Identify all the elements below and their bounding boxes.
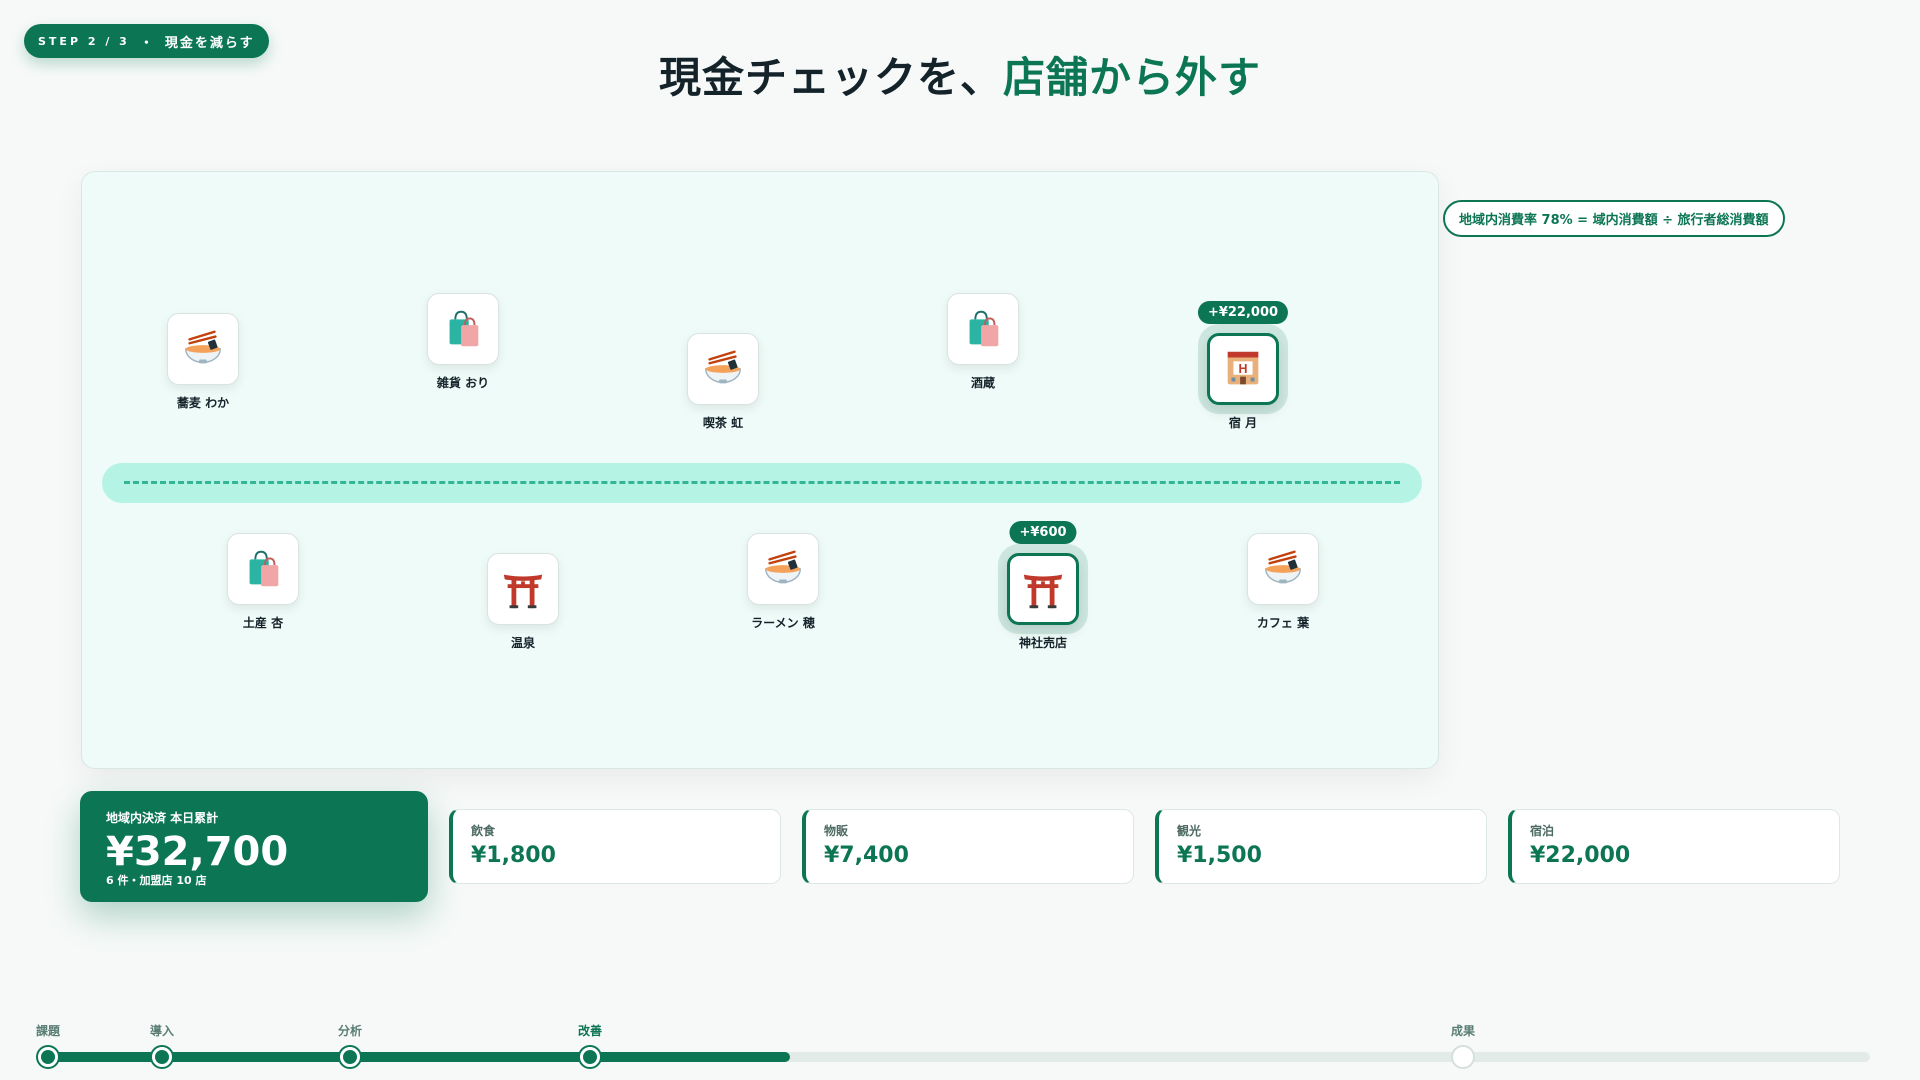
shop-miyage-an[interactable]: 土産 杏 [203,533,323,631]
hotel-icon: H [1227,351,1259,385]
payment-amount-badge: +¥600 [1009,521,1077,544]
shop-cafe-ha[interactable]: カフェ 葉 [1223,533,1343,631]
category-label: 観光 [1177,824,1202,838]
milestone-dot[interactable] [152,1047,172,1067]
total-label: 地域内決済 本日累計 [106,811,219,825]
formula-chip: 地域内消費率 78% = 域内消費額 ÷ 旅行者総消費額 [1443,200,1785,237]
shop-tile[interactable] [687,333,759,405]
payment-road [102,463,1422,503]
milestone-label: 分析 [337,1024,362,1038]
milestone-label: 課題 [35,1024,60,1038]
torii-gate-icon [503,574,543,609]
shop-tile[interactable] [487,553,559,625]
shop-label: 酒蔵 [970,376,995,390]
category-label: 飲食 [471,824,496,838]
milestone-label: 改善 [577,1024,602,1038]
ramen-bowl-icon [705,350,741,384]
shop-tile[interactable] [747,533,819,605]
category-card-goods: 物販 ¥7,400 [802,809,1134,884]
shop-tile[interactable]: H [1207,333,1279,405]
milestone-kadai[interactable]: 課題 [0,1022,98,1067]
page-title: 現金チェックを、店舗から外す [0,44,1920,105]
category-label: 物販 [824,824,849,838]
shop-jinja-baiten[interactable]: +¥600 神社売店 [983,521,1103,651]
shop-tile[interactable] [227,533,299,605]
shopping-bags-icon [449,310,479,347]
shop-kissa-niji[interactable]: 喫茶 虹 [663,333,783,431]
shop-label: 温泉 [510,636,535,650]
category-value: ¥7,400 [824,843,909,868]
shop-label: 神社売店 [1018,636,1067,650]
shop-tile[interactable] [167,313,239,385]
total-amount: ¥32,700 [106,829,289,875]
payment-amount-badge: +¥22,000 [1197,301,1289,324]
milestone-dot[interactable] [340,1047,360,1067]
shop-label: ラーメン 穂 [751,616,815,630]
shop-label: 雑貨 おり [436,376,490,390]
milestone-donyu[interactable]: 導入 [112,1022,212,1067]
torii-gate-icon [1023,574,1063,609]
shop-label: 宿 月 [1228,416,1258,430]
shop-tile[interactable] [947,293,1019,365]
milestone-dot[interactable] [1453,1047,1473,1067]
category-card-lodging: 宿泊 ¥22,000 [1508,809,1840,884]
category-card-sightseeing: 観光 ¥1,500 [1155,809,1487,884]
milestone-label: 導入 [149,1024,174,1038]
milestone-dot[interactable] [38,1047,58,1067]
title-accent: 店舗から外す [1003,53,1262,102]
milestone-bunseki[interactable]: 分析 [300,1022,400,1067]
shop-soba-waka[interactable]: 蕎麦 わか [143,313,263,411]
shop-onsen[interactable]: 温泉 [463,553,583,651]
milestone-dot[interactable] [580,1047,600,1067]
shop-tile[interactable] [1007,553,1079,625]
category-value: ¥1,800 [471,843,556,868]
ramen-bowl-icon [1265,550,1301,584]
category-value: ¥22,000 [1530,843,1631,868]
shop-yado-tsuki[interactable]: +¥22,000 H 宿 月 [1183,301,1303,431]
shop-ramen-ho[interactable]: ラーメン 穂 [723,533,843,631]
shopping-bags-icon [969,310,999,347]
category-value: ¥1,500 [1177,843,1262,868]
shop-tile[interactable] [1247,533,1319,605]
milestone-seika[interactable]: 成果 [1413,1022,1513,1067]
shop-label: カフェ 葉 [1256,616,1310,630]
category-label: 宿泊 [1530,824,1555,838]
town-map: 蕎麦 わか 雑貨 おり 喫茶 虹 酒蔵 +¥22,000 H 宿 月 土産 杏 [81,171,1439,769]
milestone-label: 成果 [1450,1024,1475,1038]
shop-tile[interactable] [427,293,499,365]
total-card: 地域内決済 本日累計 ¥32,700 6 件・加盟店 10 店 [80,791,428,902]
shopping-bags-icon [249,550,279,587]
ramen-bowl-icon [765,550,801,584]
shop-label: 土産 杏 [242,616,284,630]
shop-zakka-ori[interactable]: 雑貨 おり [403,293,523,391]
shop-sakagura[interactable]: 酒蔵 [923,293,1043,391]
category-card-food: 飲食 ¥1,800 [449,809,781,884]
svg-text:H: H [1239,362,1248,376]
shop-label: 蕎麦 わか [176,396,230,410]
ramen-bowl-icon [185,330,221,364]
milestone-kaizen[interactable]: 改善 [540,1022,640,1067]
road-dashed-line [124,481,1400,484]
title-main: 現金チェックを、 [658,53,1003,102]
shop-label: 喫茶 虹 [702,416,744,430]
